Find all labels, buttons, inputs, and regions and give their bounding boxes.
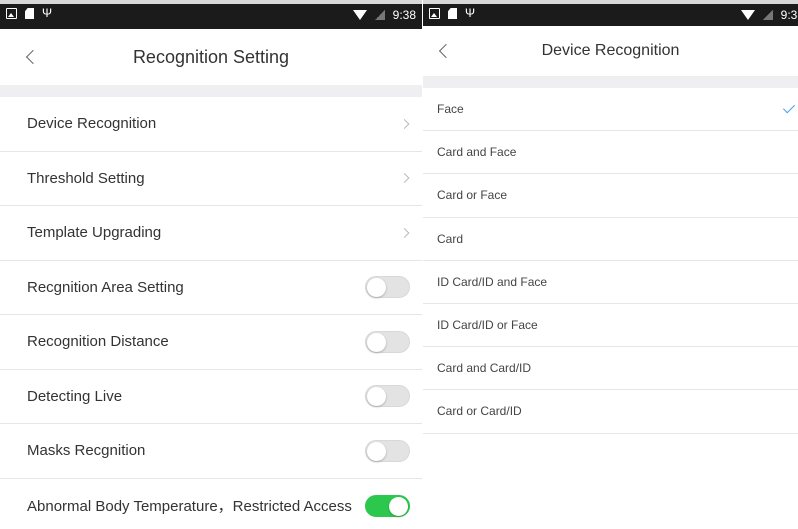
nav-bar: Recognition Setting — [0, 29, 422, 85]
settings-list: Device Recognition Threshold Setting Templ… — [0, 97, 422, 529]
option-card-and-card-id[interactable]: Card and Card/ID — [423, 347, 798, 391]
setting-label: Threshold Setting — [27, 169, 145, 187]
setting-label: Recognition Distance — [27, 333, 169, 351]
option-label: Card and Card/ID — [437, 361, 532, 376]
checkmark-icon — [782, 101, 796, 114]
usb-icon: Ψ — [465, 6, 476, 20]
toggle-switch[interactable] — [365, 330, 410, 353]
setting-label: Detecting Live — [27, 387, 123, 405]
back-icon — [438, 43, 454, 59]
recognition-mode-list: Face Card and Face Card or Face Card ID Card… — [423, 88, 798, 434]
toggle-knob — [367, 387, 386, 407]
status-time: 9:38 — [392, 8, 416, 22]
wifi-icon — [352, 10, 367, 20]
setting-row-template-upgrading[interactable]: Template Upgrading — [0, 206, 422, 261]
setting-row-abnormal-body-temperature-restricted-access[interactable]: Abnormal Body Temperature，Restricted Acc… — [0, 479, 422, 529]
usb-icon: Ψ — [42, 6, 53, 20]
wifi-icon — [740, 10, 755, 20]
recognition-setting-screen: Ψ 9:38 Recognition Setting Device Recogn… — [0, 0, 422, 529]
device-recognition-screen: Ψ 9:38 Device Recognition Face Card and F… — [423, 0, 798, 529]
chevron-right-icon — [399, 118, 410, 129]
toggle-switch[interactable] — [365, 494, 410, 517]
setting-label: Recgnition Area Setting — [27, 278, 184, 296]
setting-label: Template Upgrading — [27, 224, 162, 242]
back-icon — [25, 49, 41, 65]
option-card-or-face[interactable]: Card or Face — [423, 174, 798, 218]
option-label: Card and Face — [437, 145, 517, 160]
status-bar: Ψ 9:38 — [423, 0, 798, 26]
option-card-and-face[interactable]: Card and Face — [423, 131, 798, 175]
section-divider — [0, 85, 422, 97]
no-signal-icon — [762, 10, 773, 20]
option-card-or-card-id[interactable]: Card or Card/ID — [423, 390, 798, 434]
status-time: 9:38 — [780, 8, 798, 22]
toggle-switch[interactable] — [365, 439, 410, 462]
setting-row-detecting-live[interactable]: Detecting Live — [0, 370, 422, 424]
option-label: Card or Card/ID — [437, 404, 522, 419]
option-card[interactable]: Card — [423, 218, 798, 261]
setting-label: Masks Recgnition — [27, 442, 146, 460]
chevron-right-icon — [399, 227, 410, 238]
option-label: ID Card/ID and Face — [437, 274, 548, 289]
option-label: ID Card/ID or Face — [437, 318, 538, 333]
sd-card-icon — [25, 8, 34, 19]
status-bar: Ψ 9:38 — [0, 0, 422, 29]
option-label: Card — [437, 231, 464, 246]
sd-card-icon — [448, 8, 457, 19]
option-id-card-id-or-face[interactable]: ID Card/ID or Face — [423, 304, 798, 348]
no-signal-icon — [374, 10, 385, 20]
chevron-right-icon — [399, 173, 410, 184]
toggle-switch[interactable] — [365, 276, 410, 299]
toggle-knob — [367, 278, 386, 298]
nav-bar: Device Recognition — [423, 26, 798, 76]
image-icon — [6, 8, 17, 19]
option-label: Face — [437, 102, 464, 117]
option-label: Card or Face — [437, 188, 508, 203]
option-id-card-id-and-face[interactable]: ID Card/ID and Face — [423, 261, 798, 304]
toggle-switch[interactable] — [365, 385, 410, 408]
back-button[interactable] — [433, 40, 455, 62]
toggle-knob — [389, 496, 408, 516]
back-button[interactable] — [20, 46, 42, 68]
toggle-knob — [367, 332, 386, 352]
setting-row-recognition-distance[interactable]: Recognition Distance — [0, 315, 422, 370]
setting-label: Device Recognition — [27, 115, 157, 133]
toggle-knob — [367, 441, 386, 461]
setting-row-device-recognition[interactable]: Device Recognition — [0, 97, 422, 152]
page-title: Recognition Setting — [132, 46, 290, 67]
setting-row-threshold-setting[interactable]: Threshold Setting — [0, 152, 422, 206]
page-title: Device Recognition — [541, 42, 680, 59]
section-divider — [423, 76, 798, 88]
setting-label: Abnormal Body Temperature，Restricted Acc… — [27, 498, 352, 516]
setting-row-masks-recgnition[interactable]: Masks Recgnition — [0, 424, 422, 479]
setting-row-recgnition-area-setting[interactable]: Recgnition Area Setting — [0, 261, 422, 315]
image-icon — [429, 8, 440, 19]
option-face[interactable]: Face — [423, 88, 798, 132]
